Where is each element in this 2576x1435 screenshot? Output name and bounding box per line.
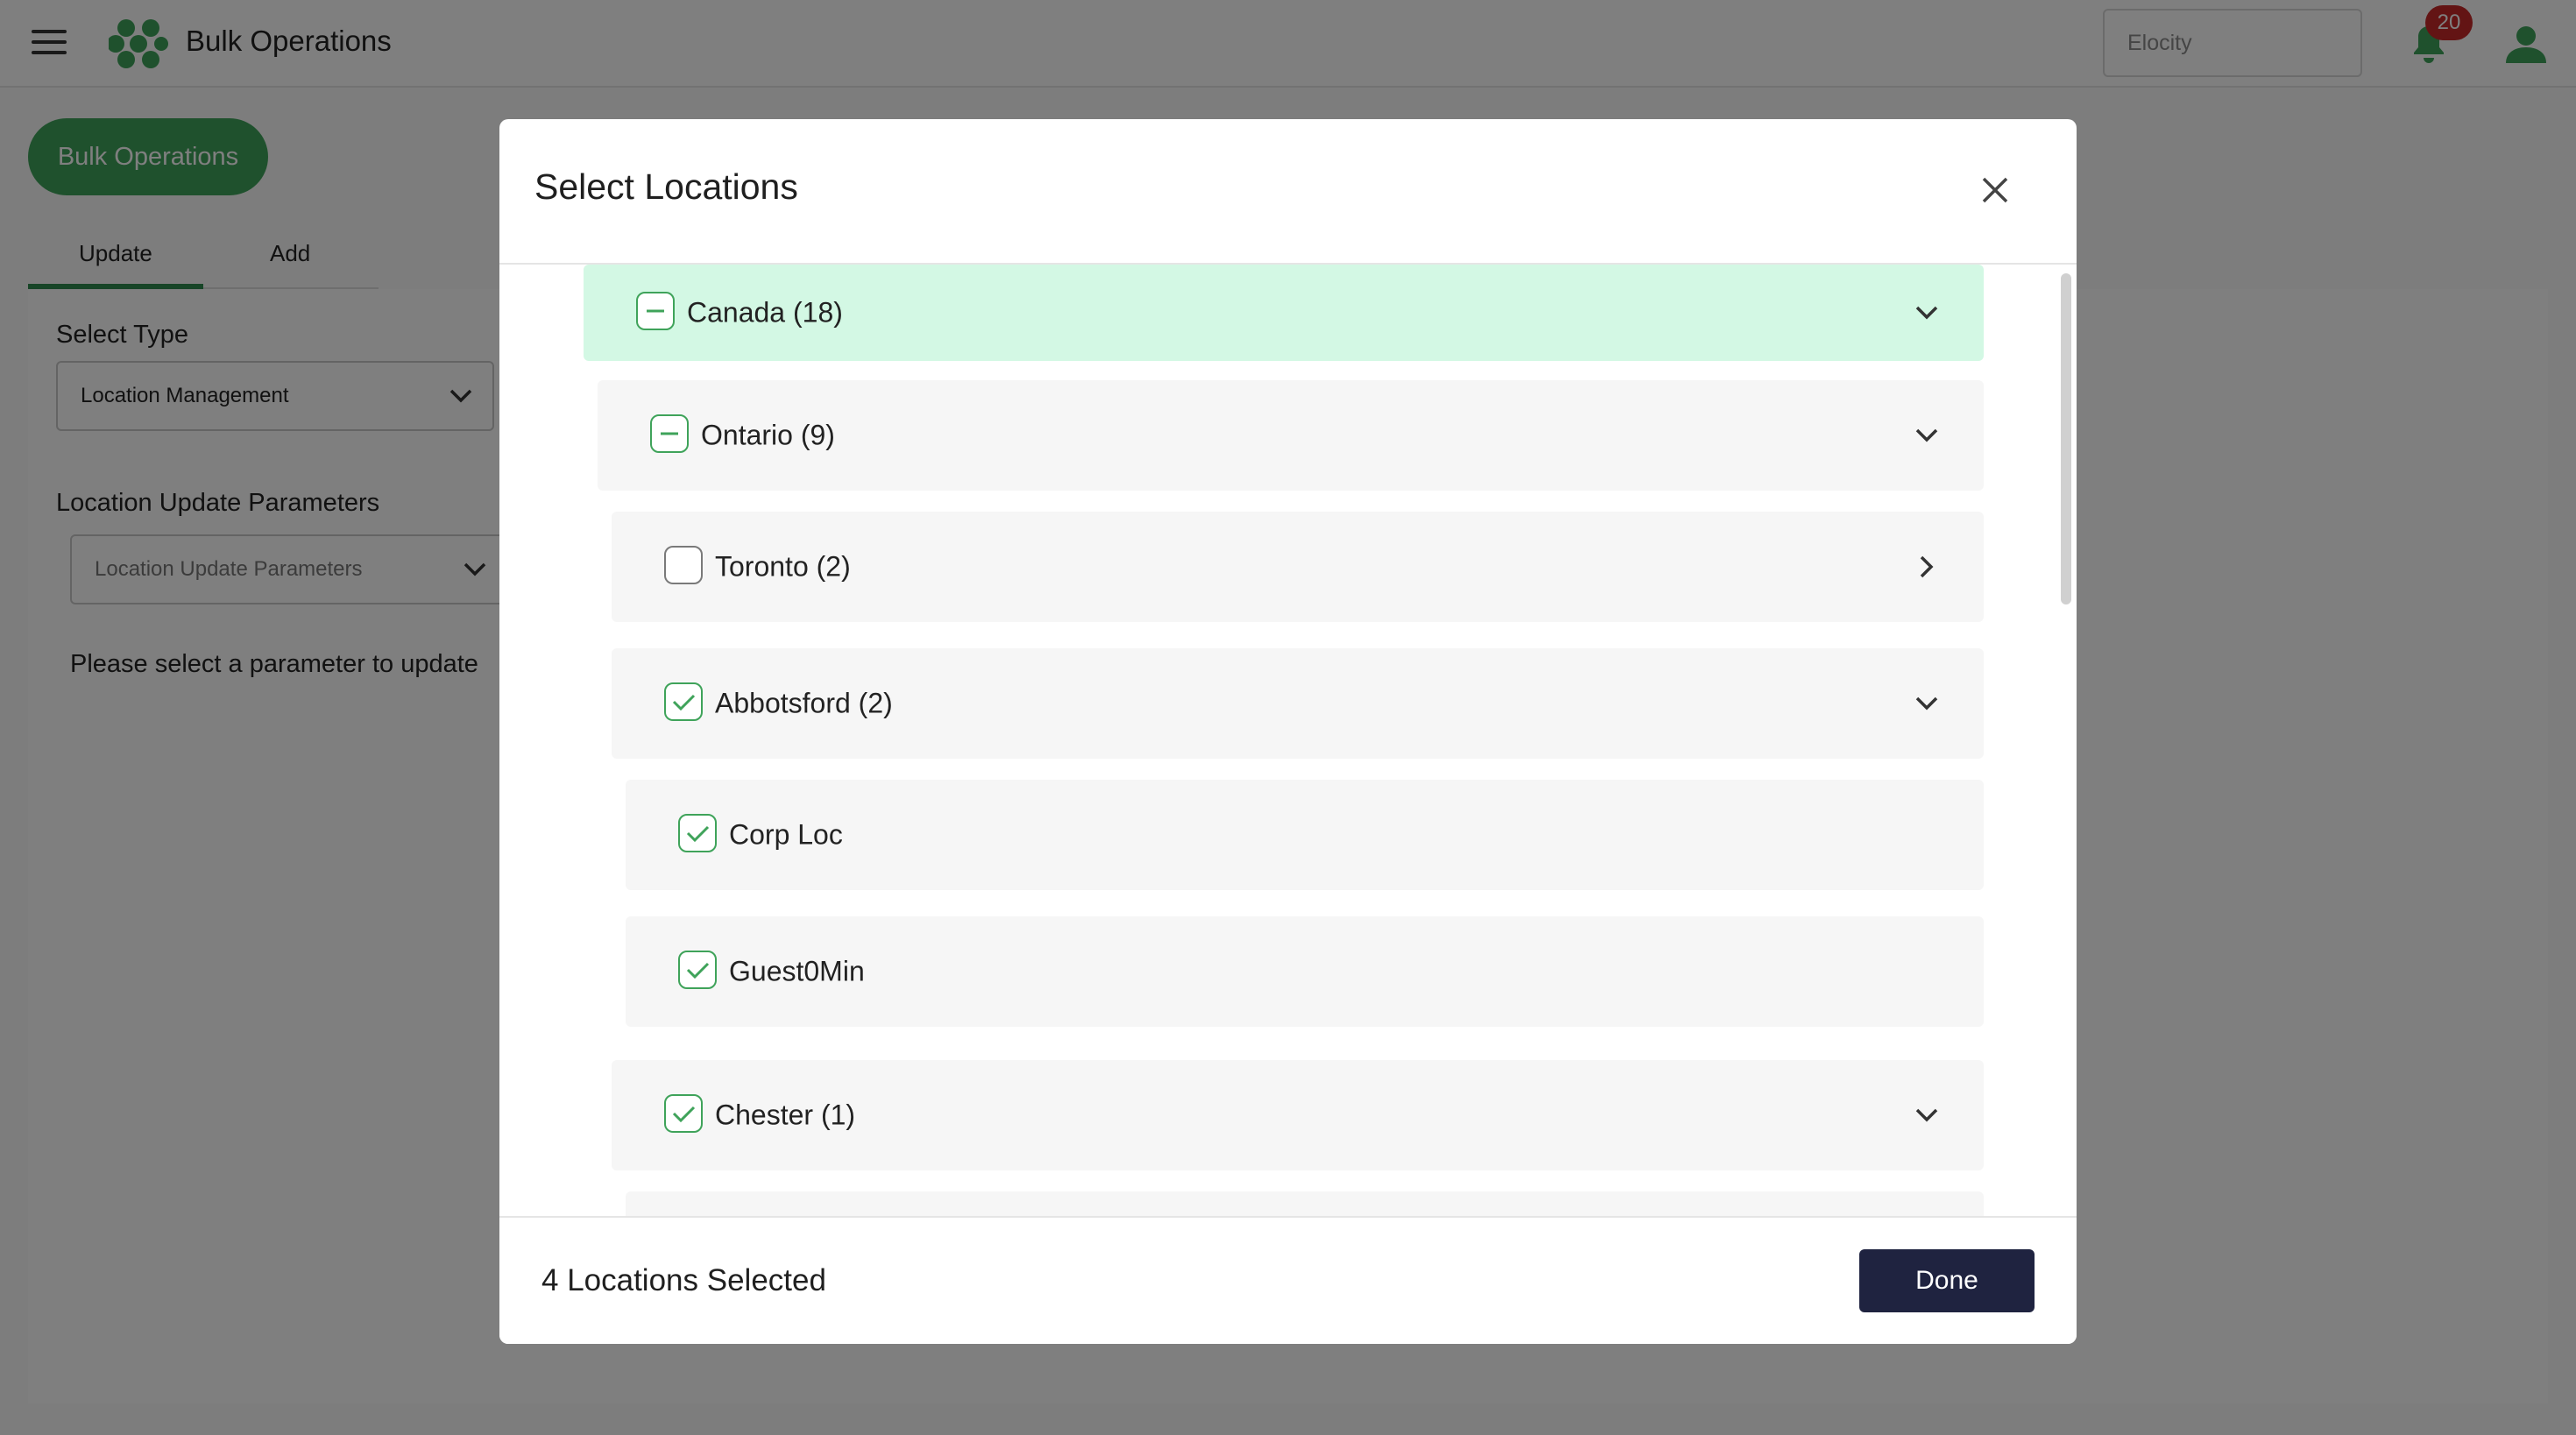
tree-row-abbotsford[interactable]: Abbotsford (2)	[612, 648, 1984, 759]
tree-row-label: Guest0Min	[729, 955, 865, 987]
checkbox-checked[interactable]	[664, 1094, 703, 1133]
checkbox-checked[interactable]	[678, 814, 717, 852]
tree-row-guest0min[interactable]: Guest0Min	[626, 916, 1984, 1027]
tree-row-ontario[interactable]: Ontario (9)	[598, 380, 1984, 491]
tree-row-chester[interactable]: Chester (1)	[612, 1060, 1984, 1170]
chevron-down-icon[interactable]	[1912, 1100, 1942, 1130]
minus-icon	[661, 432, 678, 435]
chevron-down-icon[interactable]	[1912, 298, 1942, 328]
checkbox-unchecked[interactable]	[664, 546, 703, 584]
tree-row-canada[interactable]: Canada (18)	[584, 265, 1984, 361]
checkbox-partial[interactable]	[636, 292, 675, 330]
chevron-down-icon[interactable]	[1912, 689, 1942, 718]
scrollbar[interactable]	[2061, 273, 2071, 604]
check-icon	[672, 694, 696, 711]
selected-count: 4 Locations Selected	[541, 1263, 826, 1297]
modal-header: Select Locations	[499, 119, 2077, 265]
minus-icon	[647, 309, 664, 313]
tree-row-toronto[interactable]: Toronto (2)	[612, 512, 1984, 622]
chevron-down-icon[interactable]	[1912, 421, 1942, 450]
chevron-right-icon[interactable]	[1912, 552, 1942, 582]
tree-row-label: Canada (18)	[687, 296, 843, 329]
location-tree: Canada (18) Ontario (9) Toronto (2) Abbo…	[499, 265, 2077, 1335]
tree-row-label: Corp Loc	[729, 818, 843, 851]
tree-row-label: Toronto (2)	[715, 550, 851, 583]
check-icon	[686, 962, 710, 979]
checkbox-partial[interactable]	[650, 414, 689, 453]
tree-row-label: Abbotsford (2)	[715, 687, 893, 719]
modal-footer: 4 Locations Selected Done	[499, 1216, 2077, 1344]
check-icon	[672, 1106, 696, 1123]
tree-row-corp-loc[interactable]: Corp Loc	[626, 780, 1984, 890]
close-icon[interactable]	[1980, 175, 2010, 205]
tree-row-label: Chester (1)	[715, 1099, 856, 1131]
done-button[interactable]: Done	[1859, 1249, 2035, 1312]
select-locations-modal: Select Locations Canada (18) Ontario (9)…	[499, 119, 2077, 1344]
modal-title: Select Locations	[534, 166, 798, 207]
tree-row-label: Ontario (9)	[701, 419, 835, 451]
checkbox-checked[interactable]	[678, 951, 717, 989]
check-icon	[686, 825, 710, 843]
checkbox-checked[interactable]	[664, 682, 703, 721]
